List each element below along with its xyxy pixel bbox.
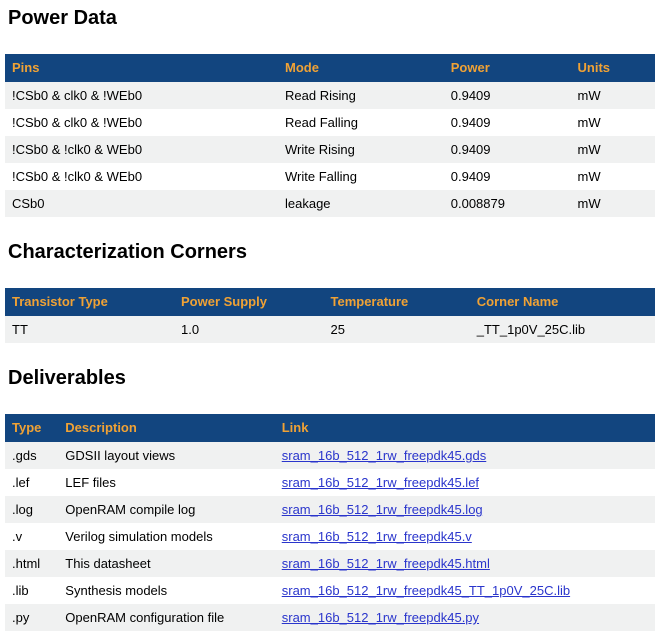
power-data-table: Pins Mode Power Units !CSb0 & clk0 & !WE…	[5, 54, 655, 217]
link-cell: sram_16b_512_1rw_freepdk45.lef	[275, 469, 655, 496]
gds-file-link[interactable]: sram_16b_512_1rw_freepdk45.gds	[282, 448, 487, 463]
units-cell: mW	[571, 82, 656, 109]
link-cell: sram_16b_512_1rw_freepdk45.v	[275, 523, 655, 550]
column-header-units: Units	[571, 54, 656, 82]
power-supply-cell: 1.0	[174, 316, 324, 343]
table-row: !CSb0 & !clk0 & WEb0 Write Rising 0.9409…	[5, 136, 655, 163]
type-cell: .lef	[5, 469, 58, 496]
lef-file-link[interactable]: sram_16b_512_1rw_freepdk45.lef	[282, 475, 479, 490]
transistor-type-cell: TT	[5, 316, 174, 343]
units-cell: mW	[571, 109, 656, 136]
column-header-link: Link	[275, 414, 655, 442]
characterization-corners-section: Characterization Corners Transistor Type…	[5, 241, 655, 343]
units-cell: mW	[571, 163, 656, 190]
type-cell: .lib	[5, 577, 58, 604]
power-cell: 0.9409	[444, 109, 571, 136]
pins-cell: CSb0	[5, 190, 278, 217]
power-data-heading: Power Data	[5, 7, 655, 30]
power-cell: 0.9409	[444, 136, 571, 163]
temperature-cell: 25	[324, 316, 470, 343]
power-data-header-row: Pins Mode Power Units	[5, 54, 655, 82]
deliverables-section: Deliverables Type Description Link .gds …	[5, 367, 655, 631]
power-cell: 0.008879	[444, 190, 571, 217]
column-header-description: Description	[58, 414, 274, 442]
type-cell: .log	[5, 496, 58, 523]
table-row: .log OpenRAM compile log sram_16b_512_1r…	[5, 496, 655, 523]
column-header-power-supply: Power Supply	[174, 288, 324, 316]
verilog-file-link[interactable]: sram_16b_512_1rw_freepdk45.v	[282, 529, 472, 544]
link-cell: sram_16b_512_1rw_freepdk45.gds	[275, 442, 655, 469]
corners-header-row: Transistor Type Power Supply Temperature…	[5, 288, 655, 316]
column-header-corner-name: Corner Name	[470, 288, 655, 316]
table-row: .html This datasheet sram_16b_512_1rw_fr…	[5, 550, 655, 577]
characterization-corners-table: Transistor Type Power Supply Temperature…	[5, 288, 655, 343]
table-row: !CSb0 & clk0 & !WEb0 Read Rising 0.9409 …	[5, 82, 655, 109]
mode-cell: Read Falling	[278, 109, 444, 136]
power-cell: 0.9409	[444, 163, 571, 190]
corner-name-cell: _TT_1p0V_25C.lib	[470, 316, 655, 343]
mode-cell: Read Rising	[278, 82, 444, 109]
column-header-power: Power	[444, 54, 571, 82]
mode-cell: Write Falling	[278, 163, 444, 190]
link-cell: sram_16b_512_1rw_freepdk45.py	[275, 604, 655, 631]
characterization-corners-heading: Characterization Corners	[5, 241, 655, 264]
table-row: CSb0 leakage 0.008879 mW	[5, 190, 655, 217]
py-file-link[interactable]: sram_16b_512_1rw_freepdk45.py	[282, 610, 479, 625]
link-cell: sram_16b_512_1rw_freepdk45.log	[275, 496, 655, 523]
column-header-transistor-type: Transistor Type	[5, 288, 174, 316]
link-cell: sram_16b_512_1rw_freepdk45.html	[275, 550, 655, 577]
column-header-type: Type	[5, 414, 58, 442]
description-cell: This datasheet	[58, 550, 274, 577]
column-header-temperature: Temperature	[324, 288, 470, 316]
table-row: .gds GDSII layout views sram_16b_512_1rw…	[5, 442, 655, 469]
power-data-section: Power Data Pins Mode Power Units !CSb0 &…	[5, 7, 655, 217]
pins-cell: !CSb0 & !clk0 & WEb0	[5, 136, 278, 163]
deliverables-table: Type Description Link .gds GDSII layout …	[5, 414, 655, 631]
html-file-link[interactable]: sram_16b_512_1rw_freepdk45.html	[282, 556, 490, 571]
mode-cell: leakage	[278, 190, 444, 217]
units-cell: mW	[571, 190, 656, 217]
table-row: !CSb0 & !clk0 & WEb0 Write Falling 0.940…	[5, 163, 655, 190]
description-cell: GDSII layout views	[58, 442, 274, 469]
description-cell: LEF files	[58, 469, 274, 496]
table-row: !CSb0 & clk0 & !WEb0 Read Falling 0.9409…	[5, 109, 655, 136]
column-header-mode: Mode	[278, 54, 444, 82]
table-row: .lef LEF files sram_16b_512_1rw_freepdk4…	[5, 469, 655, 496]
description-cell: Verilog simulation models	[58, 523, 274, 550]
column-header-pins: Pins	[5, 54, 278, 82]
type-cell: .html	[5, 550, 58, 577]
description-cell: Synthesis models	[58, 577, 274, 604]
table-row: .v Verilog simulation models sram_16b_51…	[5, 523, 655, 550]
description-cell: OpenRAM configuration file	[58, 604, 274, 631]
datasheet-page: Power Data Pins Mode Power Units !CSb0 &…	[0, 0, 660, 631]
table-row: .lib Synthesis models sram_16b_512_1rw_f…	[5, 577, 655, 604]
table-row: .py OpenRAM configuration file sram_16b_…	[5, 604, 655, 631]
mode-cell: Write Rising	[278, 136, 444, 163]
lib-file-link[interactable]: sram_16b_512_1rw_freepdk45_TT_1p0V_25C.l…	[282, 583, 570, 598]
table-row: TT 1.0 25 _TT_1p0V_25C.lib	[5, 316, 655, 343]
power-cell: 0.9409	[444, 82, 571, 109]
log-file-link[interactable]: sram_16b_512_1rw_freepdk45.log	[282, 502, 483, 517]
type-cell: .py	[5, 604, 58, 631]
pins-cell: !CSb0 & clk0 & !WEb0	[5, 109, 278, 136]
deliverables-heading: Deliverables	[5, 367, 655, 390]
units-cell: mW	[571, 136, 656, 163]
description-cell: OpenRAM compile log	[58, 496, 274, 523]
type-cell: .gds	[5, 442, 58, 469]
link-cell: sram_16b_512_1rw_freepdk45_TT_1p0V_25C.l…	[275, 577, 655, 604]
type-cell: .v	[5, 523, 58, 550]
pins-cell: !CSb0 & clk0 & !WEb0	[5, 82, 278, 109]
pins-cell: !CSb0 & !clk0 & WEb0	[5, 163, 278, 190]
deliverables-header-row: Type Description Link	[5, 414, 655, 442]
